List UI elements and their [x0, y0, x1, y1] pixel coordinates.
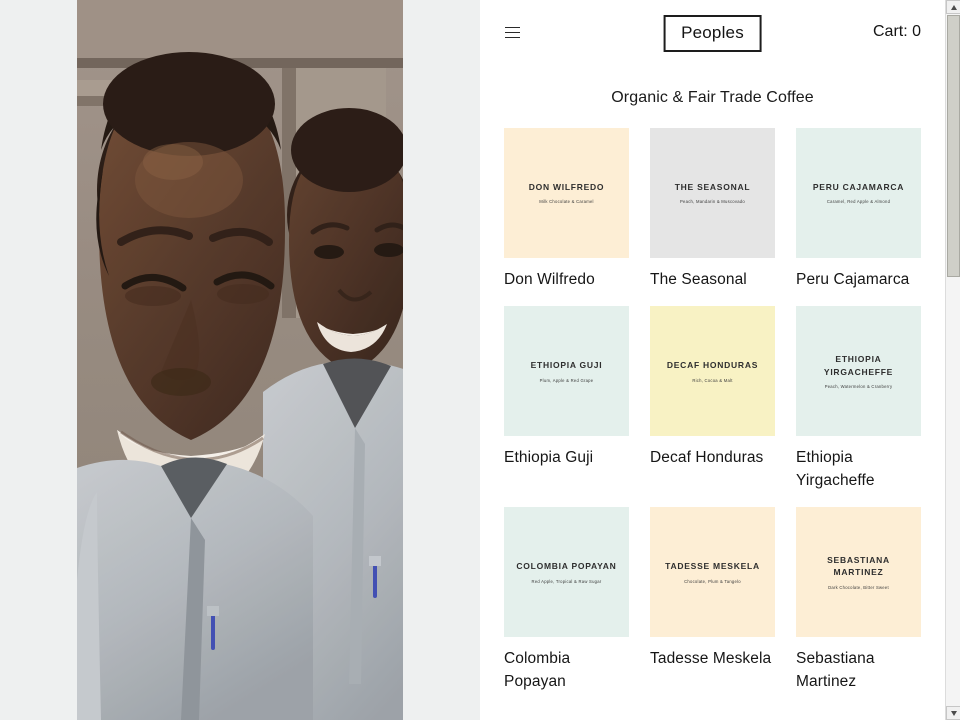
product-card[interactable]: COLOMBIA POPAYAN Red Apple, Tropical & R… — [504, 507, 629, 693]
product-name: Sebastiana Martinez — [796, 650, 875, 690]
product-card[interactable]: ETHIOPIA GUJI Plum, Apple & Red Grape Et… — [504, 306, 629, 492]
product-name: The Seasonal — [650, 271, 747, 288]
product-name: Colombia Popayan — [504, 650, 571, 690]
shop-panel: Peoples Cart: 0 Organic & Fair Trade Cof… — [480, 0, 945, 720]
hero-photo — [77, 0, 403, 720]
product-card[interactable]: DON WILFREDO Milk Chocolate & Caramel Do… — [504, 128, 629, 291]
bag-title: ETHIOPIA GUJI — [530, 360, 603, 371]
bag-title: SEBASTIANA MARTINEZ — [827, 555, 890, 578]
product-card[interactable]: PERU CAJAMARCA Caramel, Red Apple & Almo… — [796, 128, 921, 291]
cart-link[interactable]: Cart: 0 — [873, 23, 921, 41]
product-bag-art: DECAF HONDURAS Rich, Cocoa & Malt — [650, 306, 775, 437]
vertical-scrollbar[interactable] — [945, 0, 960, 720]
product-bag-art: DON WILFREDO Milk Chocolate & Caramel — [504, 128, 629, 258]
product-name: Ethiopia Yirgacheffe — [796, 449, 875, 489]
bag-title: DON WILFREDO — [528, 181, 605, 192]
bag-title: COLOMBIA POPAYAN — [516, 561, 617, 572]
bag-tasting-notes: Milk Chocolate & Caramel — [539, 199, 594, 205]
product-bag-art: PERU CAJAMARCA Caramel, Red Apple & Almo… — [796, 128, 921, 258]
product-card[interactable]: ETHIOPIA YIRGACHEFFE Peach, Watermelon &… — [796, 306, 921, 492]
product-card[interactable]: THE SEASONAL Peach, Mandarin & Muscovado… — [650, 128, 775, 291]
product-bag-art: SEBASTIANA MARTINEZ Dark Chocolate, Bitt… — [796, 507, 921, 638]
bag-tasting-notes: Rich, Cocoa & Malt — [692, 377, 733, 383]
page-title: Organic & Fair Trade Coffee — [611, 89, 814, 106]
bag-tasting-notes: Dark Chocolate, Bitter Sweet — [828, 584, 889, 590]
product-name: Peru Cajamarca — [796, 271, 910, 288]
bag-tasting-notes: Caramel, Red Apple & Almond — [826, 199, 891, 205]
product-grid: DON WILFREDO Milk Chocolate & Caramel Do… — [480, 128, 945, 708]
bag-tasting-notes: Peach, Watermelon & Cranberry — [824, 383, 893, 389]
product-bag-art: COLOMBIA POPAYAN Red Apple, Tropical & R… — [504, 507, 629, 638]
product-name: Decaf Honduras — [650, 449, 764, 467]
scroll-down-arrow-icon[interactable] — [946, 706, 960, 720]
product-name: Ethiopia Guji — [504, 449, 594, 467]
site-header: Peoples Cart: 0 — [480, 0, 945, 70]
hamburger-menu-icon[interactable] — [505, 27, 520, 38]
product-bag-art: TADESSE MESKELA Chocolate, Plum & Tangel… — [650, 507, 775, 638]
product-bag-art: THE SEASONAL Peach, Mandarin & Muscovado — [650, 128, 775, 258]
browser-viewport: Peoples Cart: 0 Organic & Fair Trade Cof… — [0, 0, 960, 720]
product-card[interactable]: SEBASTIANA MARTINEZ Dark Chocolate, Bitt… — [796, 507, 921, 693]
hero-photo-pane — [0, 0, 480, 720]
product-bag-art: ETHIOPIA YIRGACHEFFE Peach, Watermelon &… — [796, 306, 921, 437]
bag-title: TADESSE MESKELA — [665, 561, 760, 572]
product-name: Don Wilfredo — [504, 271, 595, 288]
bag-tasting-notes: Peach, Mandarin & Muscovado — [680, 199, 745, 205]
product-card[interactable]: DECAF HONDURAS Rich, Cocoa & Malt Decaf … — [650, 306, 775, 492]
product-bag-art: ETHIOPIA GUJI Plum, Apple & Red Grape — [504, 306, 629, 437]
brand-logo[interactable]: Peoples — [663, 15, 762, 52]
bag-title: DECAF HONDURAS — [666, 360, 759, 371]
hero-photo-image — [77, 0, 403, 720]
bag-tasting-notes: Red Apple, Tropical & Raw Sugar — [531, 578, 602, 584]
scrollbar-thumb[interactable] — [947, 15, 960, 277]
product-card[interactable]: TADESSE MESKELA Chocolate, Plum & Tangel… — [650, 507, 775, 693]
bag-title: PERU CAJAMARCA — [812, 181, 905, 192]
scroll-up-arrow-icon[interactable] — [946, 0, 960, 14]
product-name: Tadesse Meskela — [650, 650, 772, 668]
bag-tasting-notes: Chocolate, Plum & Tangelo — [684, 578, 741, 584]
bag-tasting-notes: Plum, Apple & Red Grape — [539, 377, 594, 383]
bag-title: THE SEASONAL — [674, 181, 751, 192]
bag-title: ETHIOPIA YIRGACHEFFE — [823, 354, 894, 377]
